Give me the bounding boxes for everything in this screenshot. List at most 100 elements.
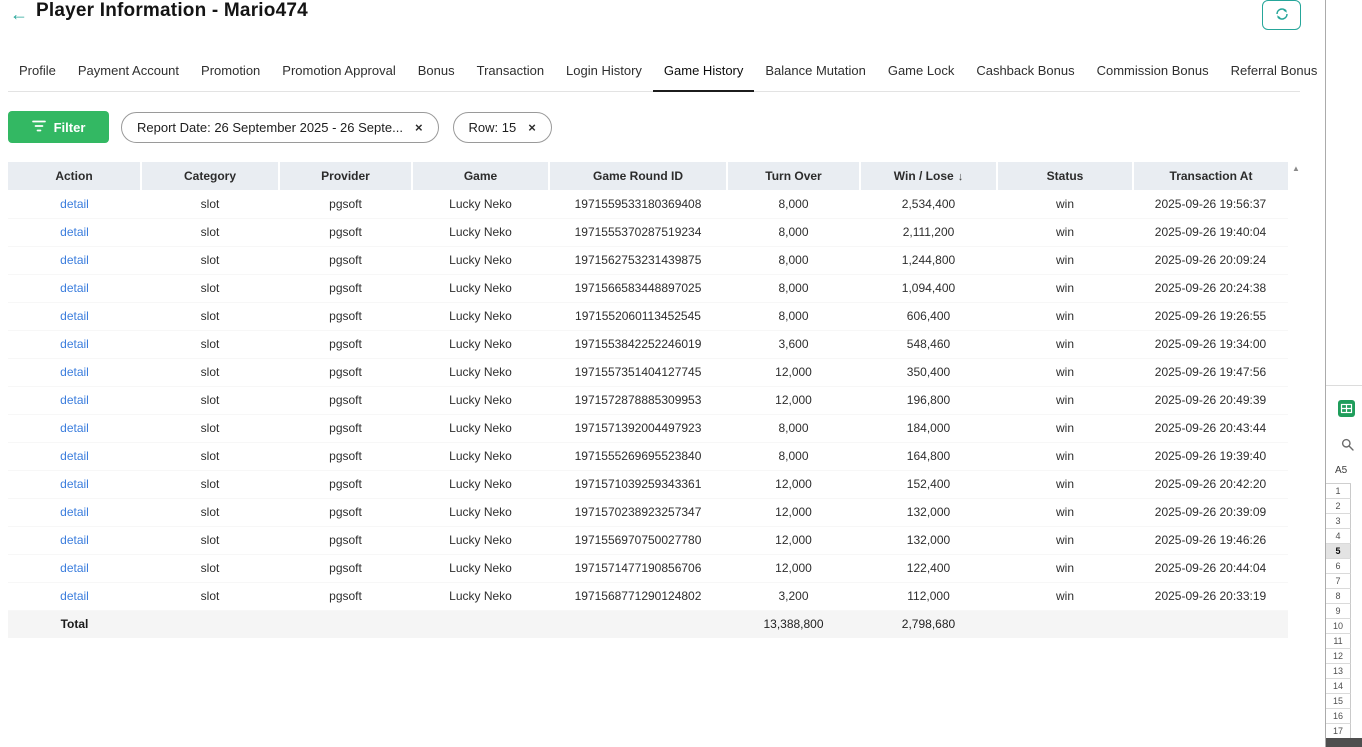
cell-category: slot <box>141 526 279 555</box>
taskbar-fragment <box>1326 738 1362 747</box>
table-row: detail slot pgsoft Lucky Neko 19715713920044… <box>8 414 1288 443</box>
filter-chip[interactable]: Row: 15 × <box>452 111 552 143</box>
detail-link[interactable]: detail <box>60 533 89 547</box>
column-header-status[interactable]: Status <box>996 162 1133 190</box>
sheet-row-header-15[interactable]: 15 <box>1326 694 1351 709</box>
table-row: detail slot pgsoft Lucky Neko 19715627532314… <box>8 246 1288 275</box>
refresh-button[interactable] <box>1262 0 1301 30</box>
tab-game-lock[interactable]: Game Lock <box>877 53 965 91</box>
tab-referral-bonus[interactable]: Referral Bonus <box>1220 53 1329 91</box>
tab-login-history[interactable]: Login History <box>555 53 653 91</box>
sheet-row-header-10[interactable]: 10 <box>1326 619 1351 634</box>
sheet-row-header-1[interactable]: 1 <box>1326 484 1351 499</box>
tab-promotion[interactable]: Promotion <box>190 53 271 91</box>
detail-link[interactable]: detail <box>60 309 89 323</box>
detail-link[interactable]: detail <box>60 505 89 519</box>
sheet-row-header-16[interactable]: 16 <box>1326 709 1351 724</box>
detail-link[interactable]: detail <box>60 225 89 239</box>
cell-category: slot <box>141 386 279 415</box>
cell-transaction-at: 2025-09-26 20:42:20 <box>1133 470 1288 499</box>
back-arrow-icon[interactable]: ← <box>10 3 28 25</box>
cell-win-lose: 350,400 <box>860 358 997 387</box>
cell-turn-over: 12,000 <box>727 386 860 415</box>
cell-turn-over: 8,000 <box>727 246 860 275</box>
cell-transaction-at: 2025-09-26 20:24:38 <box>1133 274 1288 303</box>
cell-round-id: 1971557351404127745 <box>549 358 727 387</box>
tab-bonus[interactable]: Bonus <box>407 53 466 91</box>
detail-link[interactable]: detail <box>60 337 89 351</box>
detail-link[interactable]: detail <box>60 365 89 379</box>
cell-provider: pgsoft <box>279 190 412 219</box>
tab-transaction[interactable]: Transaction <box>466 53 555 91</box>
detail-link[interactable]: detail <box>60 281 89 295</box>
tab-payment-account[interactable]: Payment Account <box>67 53 190 91</box>
search-icon[interactable] <box>1341 438 1354 456</box>
chip-close-icon[interactable]: × <box>528 121 536 134</box>
detail-link[interactable]: detail <box>60 477 89 491</box>
sheet-row-header-2[interactable]: 2 <box>1326 499 1351 514</box>
cell-action: detail <box>8 386 141 415</box>
cell-turn-over: 3,600 <box>727 330 860 359</box>
total-empty-cell <box>279 610 412 638</box>
sheet-row-header-7[interactable]: 7 <box>1326 574 1351 589</box>
sheet-row-header-6[interactable]: 6 <box>1326 559 1351 574</box>
tab-cashback-bonus[interactable]: Cashback Bonus <box>965 53 1085 91</box>
table-scrollbar[interactable]: ▲ <box>1290 164 1302 634</box>
total-empty-cell <box>549 610 727 638</box>
total-row: Total 13,388,800 2,798,680 <box>8 610 1288 638</box>
tab-commission-bonus[interactable]: Commission Bonus <box>1086 53 1220 91</box>
sheet-row-header-17[interactable]: 17 <box>1326 724 1351 739</box>
cell-category: slot <box>141 582 279 611</box>
spreadsheet-app-icon[interactable] <box>1338 400 1355 422</box>
cell-provider: pgsoft <box>279 330 412 359</box>
table-row: detail slot pgsoft Lucky Neko 19715595331803… <box>8 190 1288 219</box>
detail-link[interactable]: detail <box>60 561 89 575</box>
cell-reference-box[interactable]: A5 <box>1335 465 1347 476</box>
column-header-game[interactable]: Game <box>411 162 549 190</box>
filter-chip[interactable]: Report Date: 26 September 2025 - 26 Sept… <box>121 111 439 143</box>
column-header-game-round-id[interactable]: Game Round ID <box>548 162 727 190</box>
sheet-row-header-3[interactable]: 3 <box>1326 514 1351 529</box>
cell-turn-over: 3,200 <box>727 582 860 611</box>
tab-promotion-approval[interactable]: Promotion Approval <box>271 53 406 91</box>
total-win-lose: 2,798,680 <box>860 610 997 638</box>
column-header-turn-over[interactable]: Turn Over <box>726 162 860 190</box>
sheet-row-header-5[interactable]: 5 <box>1326 544 1351 559</box>
cell-provider: pgsoft <box>279 274 412 303</box>
sheet-row-header-11[interactable]: 11 <box>1326 634 1351 649</box>
tab-profile[interactable]: Profile <box>8 53 67 91</box>
detail-link[interactable]: detail <box>60 393 89 407</box>
detail-link[interactable]: detail <box>60 449 89 463</box>
chip-close-icon[interactable]: × <box>415 121 423 134</box>
sheet-row-header-4[interactable]: 4 <box>1326 529 1351 544</box>
cell-turn-over: 12,000 <box>727 526 860 555</box>
sheet-row-header-12[interactable]: 12 <box>1326 649 1351 664</box>
column-header-win-lose[interactable]: Win / Lose ↓ <box>859 162 997 190</box>
tab-balance-mutation[interactable]: Balance Mutation <box>754 53 876 91</box>
detail-link[interactable]: detail <box>60 253 89 267</box>
detail-link[interactable]: detail <box>60 421 89 435</box>
game-history-table-wrap: Action Category Provider Game Game Round ID T… <box>8 162 1288 638</box>
sheet-row-header-14[interactable]: 14 <box>1326 679 1351 694</box>
column-header-action[interactable]: Action <box>8 162 141 190</box>
sheet-row-header-13[interactable]: 13 <box>1326 664 1351 679</box>
cell-action: detail <box>8 358 141 387</box>
scroll-up-icon[interactable]: ▲ <box>1290 164 1302 173</box>
detail-link[interactable]: detail <box>60 197 89 211</box>
cell-win-lose: 184,000 <box>860 414 997 443</box>
spreadsheet-panel-divider <box>1326 385 1362 386</box>
cell-turn-over: 8,000 <box>727 302 860 331</box>
filter-button[interactable]: Filter <box>8 111 109 143</box>
cell-turn-over: 12,000 <box>727 470 860 499</box>
cell-provider: pgsoft <box>279 470 412 499</box>
column-header-provider[interactable]: Provider <box>278 162 412 190</box>
sheet-row-header-8[interactable]: 8 <box>1326 589 1351 604</box>
column-header-category[interactable]: Category <box>140 162 279 190</box>
table-row: detail slot pgsoft Lucky Neko 19715520601134… <box>8 302 1288 331</box>
sheet-row-header-9[interactable]: 9 <box>1326 604 1351 619</box>
cell-game: Lucky Neko <box>412 246 549 275</box>
column-header-transaction-at[interactable]: Transaction At <box>1132 162 1288 190</box>
cell-provider: pgsoft <box>279 386 412 415</box>
detail-link[interactable]: detail <box>60 589 89 603</box>
tab-game-history[interactable]: Game History <box>652 53 755 92</box>
